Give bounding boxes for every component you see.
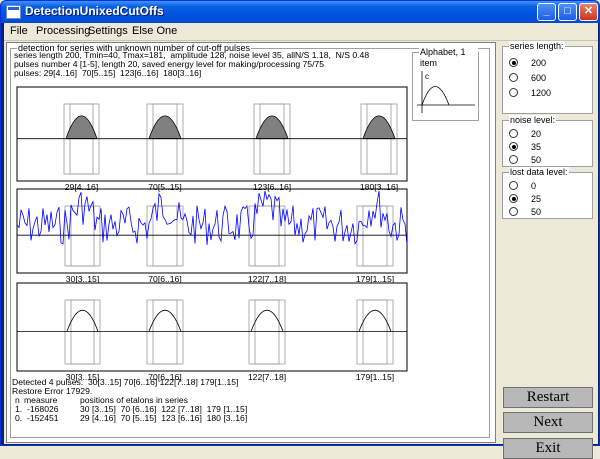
- option-label: 20: [531, 129, 542, 139]
- noisy-pulse-label: 179[1..15]: [355, 274, 395, 284]
- noisy-pulse-label: 122[7..18]: [247, 274, 287, 284]
- client-area: File Processing Settings Else One detect…: [4, 23, 598, 459]
- series-length-option-1200[interactable]: 1200: [509, 87, 551, 99]
- noisy-frame: [16, 188, 408, 274]
- lost-data-option-0[interactable]: 0: [509, 180, 536, 192]
- lost-data-option-25[interactable]: 25: [509, 193, 541, 205]
- option-label: 35: [531, 142, 542, 152]
- lost-data-level-title: lost data level:: [509, 167, 569, 178]
- restart-button[interactable]: Restart: [503, 387, 593, 408]
- option-label: 0: [531, 181, 537, 191]
- source-pulse-label: 180[3..16]: [359, 182, 399, 192]
- radio-button[interactable]: [509, 194, 518, 203]
- restored-pulse-label: 122[7..18]: [247, 372, 287, 382]
- radio-button[interactable]: [509, 155, 518, 164]
- window-title: DetectionUnixedCutOffs: [25, 4, 164, 18]
- result-row-2-n: 0.: [15, 413, 23, 423]
- close-button[interactable]: ✕: [579, 3, 598, 21]
- lost-data-level-group: lost data level: 0 25 50: [502, 167, 593, 219]
- radio-button[interactable]: [509, 88, 518, 97]
- result-row-2-positions: 29 [4..16] 70 [5..15] 123 [6..16] 180 [3…: [80, 413, 248, 423]
- minimize-button[interactable]: _: [537, 3, 556, 21]
- menu-processing[interactable]: Processing: [36, 25, 90, 37]
- radio-button[interactable]: [509, 73, 518, 82]
- option-label: 25: [531, 194, 542, 204]
- title-bar[interactable]: DetectionUnixedCutOffs _ □ ✕: [1, 1, 599, 23]
- main-panel: detection for series with unknown number…: [6, 42, 496, 443]
- restored-frame: [16, 282, 408, 372]
- menu-bar: File Processing Settings Else One: [4, 23, 598, 41]
- source-pulse-label: 29[4..16]: [64, 182, 99, 192]
- radio-button[interactable]: [509, 181, 518, 190]
- source-pulse-label: 123[6..16]: [252, 182, 292, 192]
- lost-data-option-50[interactable]: 50: [509, 206, 541, 218]
- menu-else-one[interactable]: Else One: [132, 25, 177, 37]
- maximize-button[interactable]: □: [558, 3, 577, 21]
- menu-file[interactable]: File: [10, 25, 28, 37]
- series-length-title: series length:: [509, 41, 565, 52]
- noise-level-option-50[interactable]: 50: [509, 154, 541, 166]
- radio-button[interactable]: [509, 129, 518, 138]
- radio-button[interactable]: [509, 58, 518, 67]
- app-window: DetectionUnixedCutOffs _ □ ✕ File Proces…: [0, 0, 600, 459]
- radio-button[interactable]: [509, 142, 518, 151]
- next-button[interactable]: Next: [503, 412, 593, 433]
- noise-level-option-35[interactable]: 35: [509, 141, 541, 153]
- option-label: 600: [531, 73, 547, 83]
- noisy-pulse-label: 30[3..15]: [65, 274, 100, 284]
- restored-pulse-label: 179[1..15]: [355, 372, 395, 382]
- result-row-2-measure: -152451: [27, 413, 59, 423]
- series-length-option-200[interactable]: 200: [509, 57, 546, 69]
- option-label: 200: [531, 58, 547, 68]
- noise-level-option-20[interactable]: 20: [509, 128, 541, 140]
- source-pulse-label: 70[5..15]: [148, 182, 182, 192]
- noisy-pulse-label: 70[6..16]: [148, 274, 182, 284]
- series-length-option-600[interactable]: 600: [509, 72, 546, 84]
- option-label: 1200: [531, 88, 552, 98]
- noise-level-title: noise level:: [509, 115, 557, 126]
- settings-panel: series length: 200 600 1200 noise level:…: [498, 41, 598, 459]
- app-icon: [6, 5, 21, 19]
- option-label: 50: [531, 207, 542, 217]
- option-label: 50: [531, 155, 542, 165]
- series-length-group: series length: 200 600 1200: [502, 41, 593, 114]
- exit-button[interactable]: Exit: [503, 438, 593, 459]
- noise-level-group: noise level: 20 35 50: [502, 115, 593, 167]
- menu-settings[interactable]: Settings: [88, 25, 128, 37]
- radio-button[interactable]: [509, 207, 518, 216]
